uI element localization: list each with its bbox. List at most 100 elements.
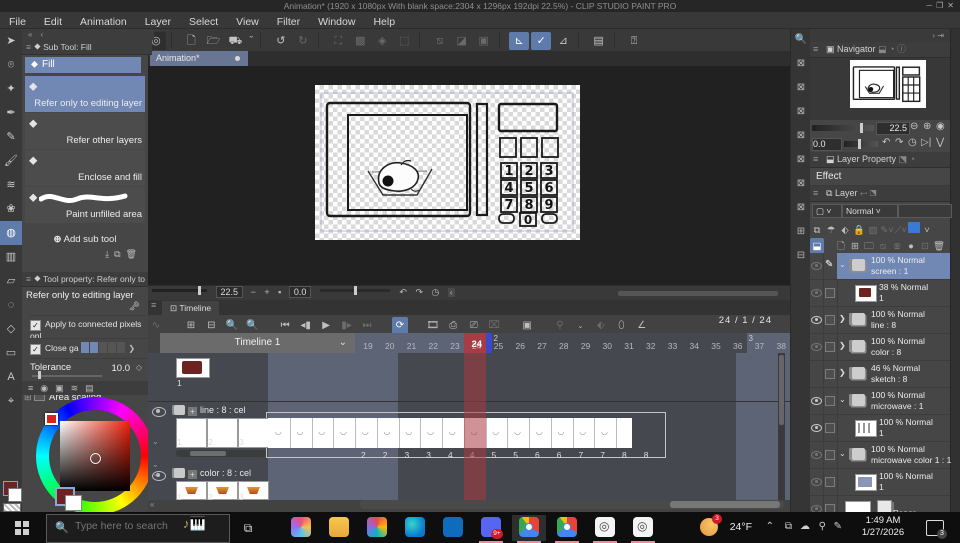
line-track-header[interactable]: + line : 8 : cel [172,405,246,416]
menu-edit[interactable]: Edit [35,14,71,30]
material-icon-7[interactable]: ⊠ [791,197,811,221]
tolerance-slider-thumb[interactable] [38,371,41,379]
apply-mask-icon[interactable]: ⊡ [918,238,932,253]
navigator-zoom-slider[interactable] [812,123,874,133]
chevron-down-icon[interactable]: ˅ [920,222,934,236]
layer-content[interactable]: ⌄ 100 % Normal microwave color 1 : 1 [837,442,951,468]
eye-icon[interactable] [811,262,822,270]
combine-icon[interactable]: ⧉ [810,222,824,236]
checkbox-checked-icon[interactable]: ✓ [30,344,41,355]
frame-tool-icon[interactable]: ▭ [0,341,22,365]
notification-icon[interactable]: 3 [926,520,947,539]
subtool-panel-header[interactable]: ≡ ⯁ Sub Tool: Fill [22,40,152,55]
layer-content[interactable]: ⌄ 100 % Normal screen : 1 [837,253,950,279]
layer-row-line-8[interactable]: ❯ 100 % Normal line : 8 [810,307,950,334]
start-button[interactable] [0,512,44,543]
layer-content[interactable]: ❯ 100 % Normal color : 8 [837,334,950,360]
menu-help[interactable]: Help [364,14,404,30]
material-icon-5[interactable]: ⊠ [791,149,811,173]
layer-eye-cell[interactable] [810,280,824,306]
expand-closed-icon[interactable]: ❯ [839,314,846,323]
layer-check-cell[interactable] [823,280,838,306]
merge-icon[interactable]: ⧆ [890,238,904,253]
timeline-ruler[interactable]: 19 20 21 22 23 24 24 25 26 27 28 29 30 31 32 33 34 35 36 37… [355,333,795,353]
screen-cel-thumbnail[interactable] [176,358,210,378]
window-controls[interactable]: ─❐✕ [926,0,958,12]
deselect-icon[interactable]: ⛶ [328,32,348,50]
checkbox-icon[interactable] [825,477,835,487]
snap-grid-icon[interactable]: ⊿ [553,32,573,50]
material-icon-1[interactable]: ⊠ [791,53,811,77]
clip-icon[interactable]: ⬖ [838,222,852,236]
line-track-eye-icon[interactable] [152,407,166,417]
layer-check-cell[interactable] [823,361,838,387]
chevron-down-icon[interactable]: ⌄ [152,437,159,446]
zoom-in-icon[interactable]: ⊕ [923,121,931,132]
layer-check-cell[interactable] [823,307,838,333]
draft-icon[interactable]: ✎˅ [880,222,894,236]
timeline-selector[interactable]: Timeline 1 ⌄ [160,333,355,353]
line-cel-strip[interactable]: ◡◡◡◡◡◡◡◡◡◡◡◡◡◡◡◡ [268,418,632,448]
subtool-item-3[interactable]: ⬥ Paint unfilled area [25,187,145,223]
layer-row-sketch-8[interactable]: ❯ 46 % Normal sketch : 8 [810,361,950,388]
canvas-document[interactable]: 123 456 7890 [315,85,580,240]
checkbox-icon[interactable] [825,342,835,352]
layer-row-microwave-color-1-1[interactable]: ⌄ 100 % Normal microwave color 1 : 1 [810,442,951,469]
close-gap-expand-icon[interactable]: ❯ [128,344,135,353]
selection-launcher-icon[interactable]: ⧅ [430,32,450,50]
mask-icon[interactable]: ● [904,238,918,253]
layer-content[interactable]: ❯ 100 % Normal line : 8 [837,307,950,333]
blend-mode-select[interactable]: Normal ˅ [842,204,898,218]
eyedropper-tool-icon[interactable]: ⌖ [0,389,22,413]
layer-eye-cell[interactable] [810,415,824,441]
redo-icon[interactable]: ↻ [293,32,313,50]
opacity-slider[interactable] [898,204,952,218]
zoom-in-icon[interactable]: + [264,287,269,297]
titlebar[interactable]: Animation* (1920 x 1080px With blank spa… [0,0,960,12]
subtool-footer-icons[interactable]: ⤓⧉🗑 [22,245,148,260]
close-gap-row[interactable]: ✓ Close ga ❯ [30,338,148,358]
menu-filter[interactable]: Filter [268,14,309,30]
taskbar-app-clip-studio-2[interactable] [626,515,660,543]
save-icon[interactable]: ⛟ [225,32,245,50]
expand-plus-icon[interactable]: + [188,470,197,479]
timeline-tab[interactable]: ⊡ Timeline [162,301,220,315]
layer-check-cell[interactable] [823,442,838,468]
new-vector-layer-icon[interactable]: ⊞ [848,238,862,253]
menu-animation[interactable]: Animation [71,14,136,30]
layer-eye-cell[interactable] [810,307,824,333]
layer-row-microwave-1[interactable]: ⌄ 100 % Normal microwave : 1 [810,388,950,415]
layer-check-cell[interactable]: ✎ [823,253,838,279]
menu-window[interactable]: Window [309,14,364,30]
panel-menu-icon[interactable]: ≡ [813,152,818,167]
panel-collapse-bar[interactable]: «‹ [22,29,154,40]
pencil-tool-icon[interactable]: ✎ [0,125,22,149]
save-menu-chevron-icon[interactable]: ˇ [247,32,255,50]
clock[interactable]: 1:49 AM 1/27/2026 [852,515,914,539]
checkbox-icon[interactable] [825,315,835,325]
navigator-rotation-slider[interactable] [844,139,878,149]
eye-icon[interactable] [811,397,822,405]
layer-panel-header[interactable]: ≡ ⧉ Layer ↩ ⬔ [810,186,950,202]
pen-settings-icon[interactable]: ✎ [834,521,842,532]
panel-menu-icon[interactable]: ≡ [26,274,31,284]
document-tab[interactable]: Animation* [150,51,248,66]
eraser-tool-icon[interactable]: ▱ [0,269,22,293]
layer-eye-cell[interactable] [810,442,824,468]
reselect-icon[interactable]: ▩ [350,32,370,50]
eye-icon[interactable] [811,478,822,486]
sv-cursor-icon[interactable] [90,453,101,464]
transparent-color-swatch[interactable] [3,503,21,512]
layer-row-color-8[interactable]: ❯ 100 % Normal color : 8 [810,334,950,361]
zoom-slider[interactable] [152,286,207,295]
eye-icon[interactable] [811,289,822,297]
close-icon[interactable]: ✕ [947,1,958,10]
taskbar-search[interactable]: 🔍 ♪🎹 [46,514,230,543]
task-view-icon[interactable]: ⧉ [238,519,258,537]
timeline-bottom-chevrons[interactable]: « [150,500,154,509]
subtool-item-2[interactable]: ⬥ Enclose and fill [25,150,145,186]
timeline-v-scrollbar[interactable] [778,353,785,500]
layer-content[interactable]: 100 % Normal 1 [837,469,950,495]
maximize-icon[interactable]: ❐ [936,1,947,10]
layer-eye-cell[interactable] [810,388,824,414]
